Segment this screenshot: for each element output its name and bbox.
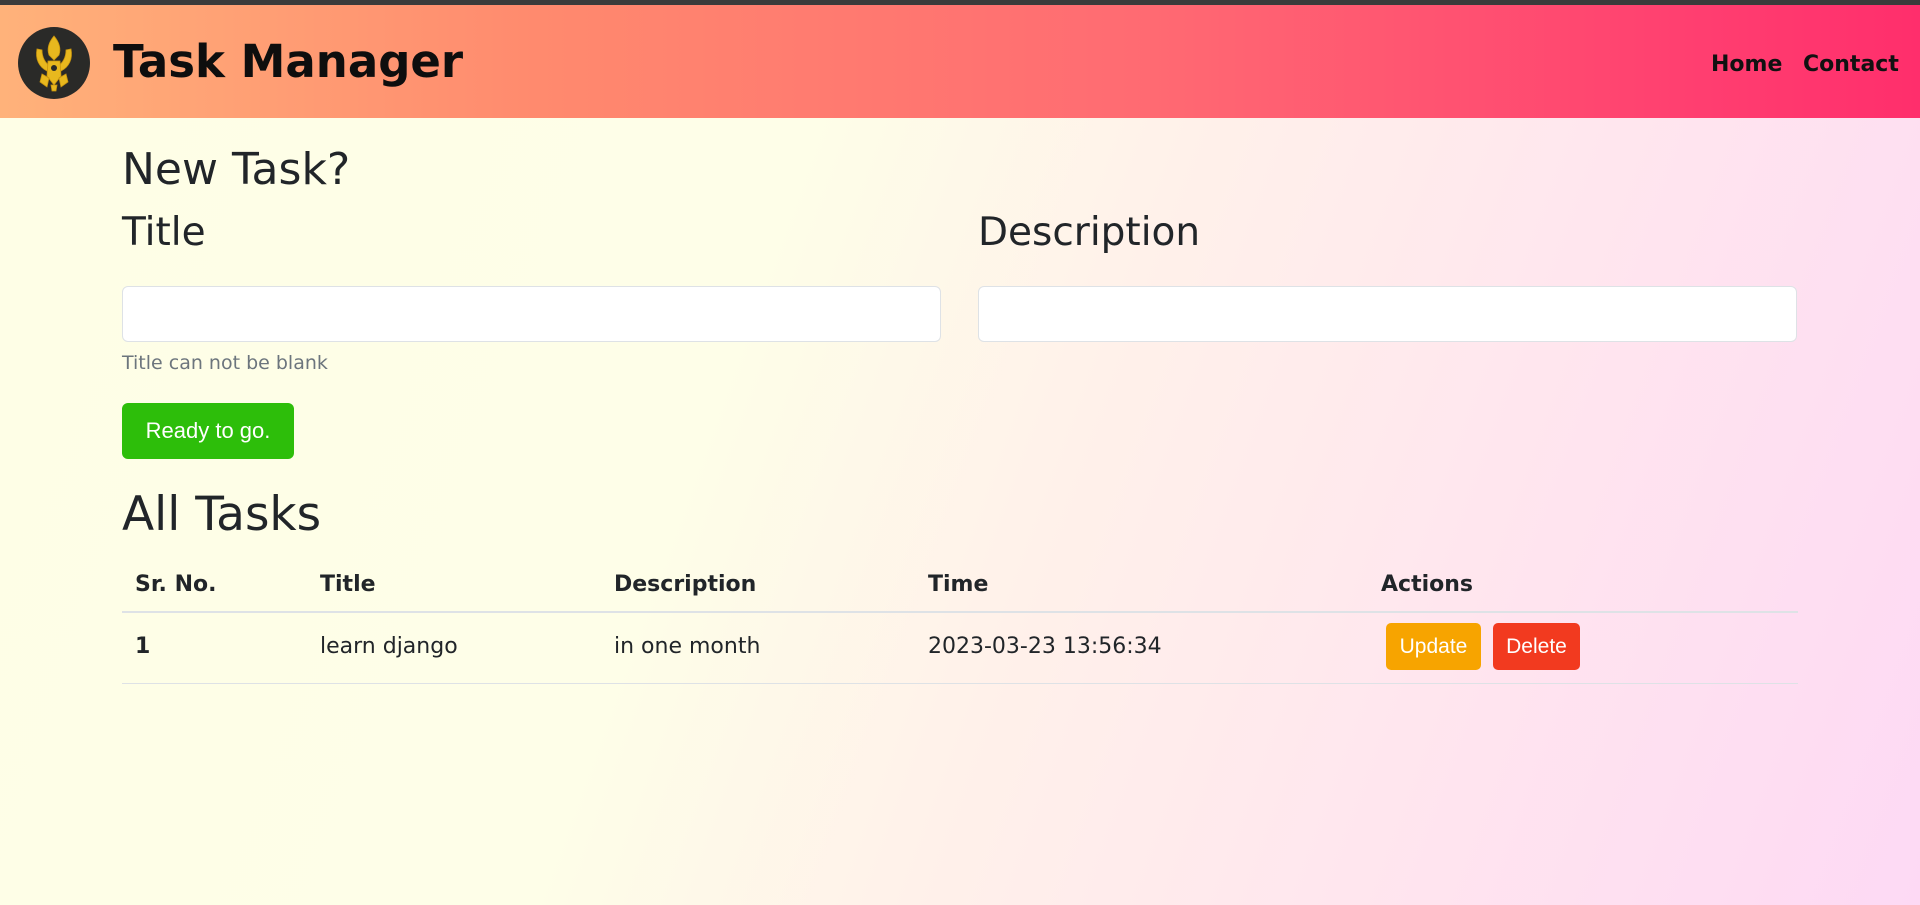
- task-time: 2023-03-23 13:56:34: [928, 634, 1162, 659]
- column-header-actions: Actions: [1381, 572, 1473, 597]
- crest-logo-icon[interactable]: [18, 27, 90, 99]
- title-help-text: Title can not be blank: [122, 352, 328, 374]
- table-header-row: Sr. No. Title Description Time Actions: [122, 560, 1798, 613]
- task-description: in one month: [614, 634, 761, 659]
- update-task-button[interactable]: Update: [1386, 623, 1481, 670]
- tasks-table: Sr. No. Title Description Time Actions 1…: [122, 560, 1798, 684]
- task-title: learn django: [320, 634, 458, 659]
- app-brand-title[interactable]: Task Manager: [113, 36, 463, 88]
- delete-task-button[interactable]: Delete: [1493, 623, 1580, 670]
- column-header-sr-no: Sr. No.: [135, 572, 217, 597]
- new-task-heading: New Task?: [122, 144, 351, 195]
- all-tasks-heading: All Tasks: [122, 487, 322, 542]
- column-header-description: Description: [614, 572, 757, 597]
- submit-task-button[interactable]: Ready to go.: [122, 403, 294, 459]
- title-input[interactable]: [122, 286, 941, 342]
- table-row: 1 learn django in one month 2023-03-23 1…: [122, 613, 1798, 684]
- nav-link-home[interactable]: Home: [1711, 52, 1782, 78]
- navbar: Task Manager Home Contact: [0, 5, 1920, 118]
- column-header-title: Title: [320, 572, 376, 597]
- column-header-time: Time: [928, 572, 989, 597]
- nav-link-contact[interactable]: Contact: [1803, 52, 1899, 78]
- title-label: Title: [122, 210, 206, 255]
- description-input[interactable]: [978, 286, 1797, 342]
- description-label: Description: [978, 210, 1201, 255]
- task-sr-no: 1: [135, 634, 151, 659]
